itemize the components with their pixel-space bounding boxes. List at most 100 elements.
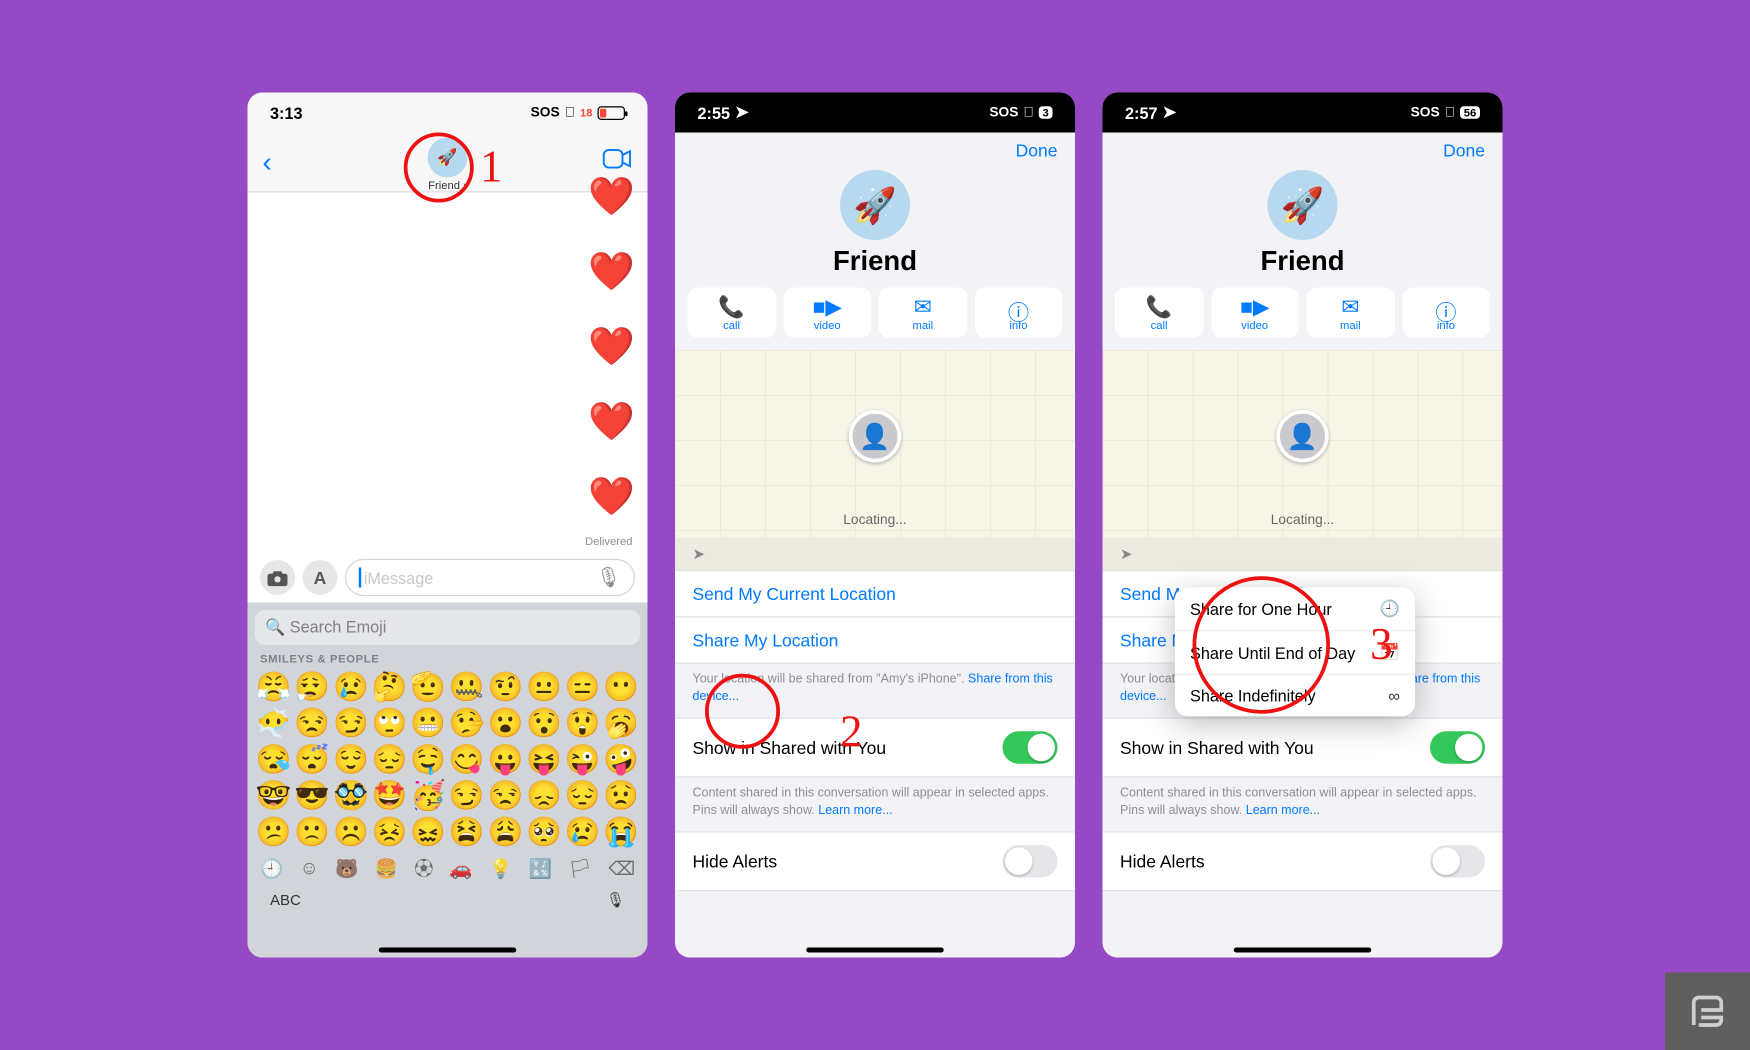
emoji-key[interactable]: 😤: [255, 670, 292, 703]
recents-icon[interactable]: 🕘: [260, 857, 283, 880]
emoji-key[interactable]: 😜: [564, 743, 601, 776]
emoji-key[interactable]: 😒: [294, 706, 331, 739]
backspace-icon[interactable]: ⌫: [608, 857, 635, 880]
emoji-key[interactable]: 😮‍💨: [294, 670, 331, 703]
flags-icon[interactable]: 🏳︎: [568, 857, 592, 880]
emoji-key[interactable]: 😌: [332, 743, 369, 776]
emoji-key[interactable]: 🤓: [255, 779, 292, 812]
emoji-key[interactable]: 😋: [448, 743, 485, 776]
search-emoji-input[interactable]: 🔍 Search Emoji: [255, 610, 640, 645]
share-end-of-day-option[interactable]: Share Until End of Day📅: [1175, 631, 1415, 675]
back-button[interactable]: ‹: [263, 146, 272, 179]
message-input[interactable]: iMessage 🎙︎: [345, 559, 635, 597]
emoji-key[interactable]: 😏: [332, 706, 369, 739]
emoji-key[interactable]: 🤨: [487, 670, 524, 703]
learn-more-link[interactable]: Learn more...: [1246, 803, 1320, 817]
emoji-key[interactable]: 😝: [525, 743, 562, 776]
emoji-key[interactable]: 😮: [487, 706, 524, 739]
message-list[interactable]: ❤️ ❤️ ❤️ ❤️ ❤️ Delivered: [248, 193, 648, 553]
location-map[interactable]: 👤 Locating...: [1103, 350, 1503, 538]
emoji-key[interactable]: 😢: [564, 815, 601, 848]
emoji-key[interactable]: 🤐: [448, 670, 485, 703]
home-indicator[interactable]: [1234, 948, 1372, 953]
hide-alerts-toggle[interactable]: [1003, 845, 1058, 878]
emoji-key[interactable]: 🥸: [332, 779, 369, 812]
emoji-key[interactable]: 😶‍🌫️: [255, 706, 292, 739]
video-button[interactable]: ■▶video: [1211, 288, 1299, 338]
emoji-key[interactable]: 😏: [448, 779, 485, 812]
contact-avatar[interactable]: 🚀: [840, 170, 910, 240]
emoji-key[interactable]: 😴: [294, 743, 331, 776]
mail-button[interactable]: ✉︎mail: [1306, 288, 1394, 338]
emoji-key[interactable]: 😫: [448, 815, 485, 848]
emoji-key[interactable]: 🥳: [409, 779, 446, 812]
emoji-key[interactable]: 😬: [409, 706, 446, 739]
emoji-key[interactable]: 🙁: [294, 815, 331, 848]
share-my-location-button[interactable]: Share My Location: [675, 618, 1075, 664]
emoji-category-tabs[interactable]: 🕘 ☺︎ 🐻 🍔 ⚽︎ 🚗 💡 🔣 🏳︎ ⌫: [255, 848, 640, 882]
emoji-key[interactable]: ☹️: [332, 815, 369, 848]
emoji-key[interactable]: 😔: [564, 779, 601, 812]
emoji-key[interactable]: 🤔: [371, 670, 408, 703]
emoji-key[interactable]: 🤤: [409, 743, 446, 776]
facetime-button[interactable]: [603, 148, 633, 177]
emoji-key[interactable]: 😖: [409, 815, 446, 848]
call-button[interactable]: 📞call: [688, 288, 776, 338]
contact-avatar[interactable]: 🚀: [1268, 170, 1338, 240]
video-button[interactable]: ■▶video: [783, 288, 871, 338]
show-in-shared-toggle[interactable]: [1003, 731, 1058, 764]
info-button[interactable]: ⓘinfo: [1402, 288, 1490, 338]
emoji-key[interactable]: 😔: [371, 743, 408, 776]
emoji-key[interactable]: 😕: [255, 815, 292, 848]
emoji-key[interactable]: 😐: [525, 670, 562, 703]
share-one-hour-option[interactable]: Share for One Hour🕘: [1175, 588, 1415, 632]
mail-button[interactable]: ✉︎mail: [879, 288, 967, 338]
mic-button[interactable]: 🎙︎: [606, 891, 625, 909]
share-indefinitely-option[interactable]: Share Indefinitely∞: [1175, 675, 1415, 716]
location-map[interactable]: 👤 Locating...: [675, 350, 1075, 538]
travel-icon[interactable]: 🚗: [449, 857, 472, 880]
emoji-key[interactable]: 🥺: [525, 815, 562, 848]
emoji-key[interactable]: 🤥: [448, 706, 485, 739]
symbols-icon[interactable]: 🔣: [529, 857, 552, 880]
emoji-key[interactable]: 😞: [525, 779, 562, 812]
emoji-key[interactable]: 😭: [603, 815, 640, 848]
emoji-key[interactable]: 😑: [564, 670, 601, 703]
smileys-icon[interactable]: ☺︎: [300, 858, 319, 879]
emoji-key[interactable]: 😩: [487, 815, 524, 848]
home-indicator[interactable]: [806, 948, 944, 953]
emoji-key[interactable]: 😛: [487, 743, 524, 776]
done-button[interactable]: Done: [1016, 140, 1058, 160]
emoji-key[interactable]: 😒: [487, 779, 524, 812]
info-button[interactable]: ⓘinfo: [974, 288, 1062, 338]
contact-header-button[interactable]: 🚀 Friend ›: [428, 138, 468, 192]
emoji-key[interactable]: 🙄: [371, 706, 408, 739]
learn-more-link[interactable]: Learn more...: [818, 803, 892, 817]
food-icon[interactable]: 🍔: [375, 857, 398, 880]
emoji-key[interactable]: 🤪: [603, 743, 640, 776]
home-indicator[interactable]: [379, 948, 517, 953]
emoji-key[interactable]: 🤩: [371, 779, 408, 812]
emoji-key[interactable]: 😪: [255, 743, 292, 776]
emoji-key[interactable]: 🥱: [603, 706, 640, 739]
send-current-location-button[interactable]: Send My Current Location: [675, 571, 1075, 617]
activity-icon[interactable]: ⚽︎: [414, 855, 433, 881]
emoji-key[interactable]: 😶: [603, 670, 640, 703]
done-button[interactable]: Done: [1443, 140, 1485, 160]
emoji-grid[interactable]: 😤😮‍💨😢🤔🫡🤐🤨😐😑😶😶‍🌫️😒😏🙄😬🤥😮😯😲🥱😪😴😌😔🤤😋😛😝😜🤪🤓😎🥸🤩🥳…: [255, 670, 640, 848]
emoji-key[interactable]: 😣: [371, 815, 408, 848]
emoji-key[interactable]: 😟: [603, 779, 640, 812]
emoji-key[interactable]: 😯: [525, 706, 562, 739]
animals-icon[interactable]: 🐻: [335, 857, 358, 880]
emoji-key[interactable]: 🫡: [409, 670, 446, 703]
emoji-keyboard[interactable]: 🔍 Search Emoji SMILEYS & PEOPLE 😤😮‍💨😢🤔🫡🤐…: [248, 603, 648, 958]
abc-button[interactable]: ABC: [270, 891, 301, 909]
emoji-key[interactable]: 😎: [294, 779, 331, 812]
camera-button[interactable]: [260, 560, 295, 595]
call-button[interactable]: 📞call: [1115, 288, 1203, 338]
show-in-shared-toggle[interactable]: [1430, 731, 1485, 764]
emoji-key[interactable]: 😢: [332, 670, 369, 703]
objects-icon[interactable]: 💡: [489, 857, 512, 880]
dictation-icon[interactable]: 🎙︎: [596, 565, 621, 590]
appstore-button[interactable]: A: [303, 560, 338, 595]
